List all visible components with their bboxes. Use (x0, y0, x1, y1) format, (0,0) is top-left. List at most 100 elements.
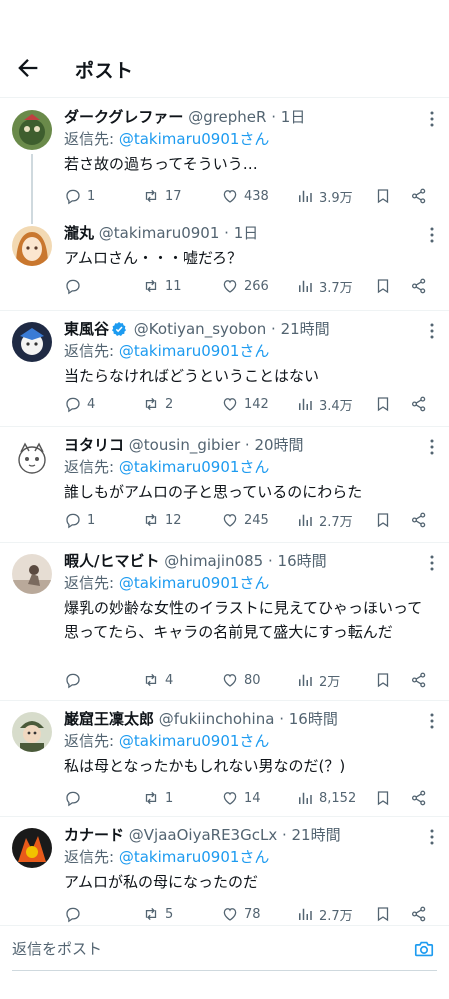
repost-icon (145, 513, 157, 527)
like-button[interactable]: 80 (221, 668, 261, 692)
like-button[interactable]: 438 (221, 184, 269, 208)
views-button[interactable]: 3.7万 (296, 274, 353, 298)
mention-link[interactable]: @takimaru0901さん (119, 732, 270, 750)
display-name[interactable]: カナード (64, 826, 124, 844)
repost-button[interactable]: 5 (142, 902, 173, 926)
page-title: ポスト (75, 60, 134, 82)
bookmark-button[interactable] (374, 786, 392, 810)
reply-button[interactable] (64, 902, 87, 926)
like-button[interactable]: 245 (221, 508, 269, 532)
more-icon[interactable] (429, 322, 435, 340)
display-name[interactable]: ダークグレファー (64, 108, 183, 126)
back-arrow-icon[interactable] (14, 54, 42, 82)
reply-tweet[interactable]: カナード @VjaaOiyaRE3GcLx · 21時間 返信先: @takim… (0, 816, 449, 926)
reply-input[interactable] (12, 926, 392, 972)
timestamp[interactable]: 16時間 (289, 710, 338, 728)
mention-link[interactable]: @takimaru0901さん (119, 848, 270, 866)
share-button[interactable] (410, 902, 428, 926)
reply-tweet[interactable]: ヨタリコ @tousin_gibier · 20時間 返信先: @takimar… (0, 426, 449, 543)
bookmark-button[interactable] (374, 392, 392, 416)
bookmark-button[interactable] (374, 508, 392, 532)
views-button[interactable]: 2.7万 (296, 508, 353, 532)
thread-tweet[interactable]: 瀧丸 @takimaru0901 · 1日 アムロさん・・・嘘だろ？ 11 26… (0, 214, 449, 311)
repost-button[interactable]: 11 (142, 274, 182, 298)
display-name[interactable]: 瀧丸 (64, 224, 94, 242)
mention-link[interactable]: @takimaru0901さん (119, 130, 270, 148)
repost-button[interactable]: 12 (142, 508, 182, 532)
avatar[interactable] (12, 828, 52, 868)
handle[interactable]: @tousin_gibier (129, 436, 240, 454)
views-button[interactable]: 2万 (296, 668, 340, 692)
more-icon[interactable] (429, 554, 435, 572)
more-icon[interactable] (429, 110, 435, 128)
share-button[interactable] (410, 274, 428, 298)
reply-button[interactable] (64, 786, 87, 810)
reply-tweet[interactable]: 巌窟王凜太郎 @fukiinchohina · 16時間 返信先: @takim… (0, 700, 449, 817)
handle[interactable]: @grepheR (188, 108, 266, 126)
repost-button[interactable]: 2 (142, 392, 173, 416)
reply-tweet[interactable]: ダークグレファー @grepheR · 1日 返信先: @takimaru090… (0, 98, 449, 224)
avatar[interactable] (12, 554, 52, 594)
handle[interactable]: @takimaru0901 (99, 224, 220, 242)
timestamp[interactable]: 1日 (281, 108, 306, 126)
views-button[interactable]: 3.4万 (296, 392, 353, 416)
reply-button[interactable]: 1 (64, 508, 95, 532)
repost-icon (145, 189, 157, 203)
reply-tweet[interactable]: 東風谷 @Kotiyan_syobon · 21時間 返信先: @takimar… (0, 310, 449, 427)
share-button[interactable] (410, 184, 428, 208)
share-button[interactable] (410, 508, 428, 532)
display-name[interactable]: 東風谷 (64, 320, 109, 338)
like-button[interactable]: 266 (221, 274, 269, 298)
handle[interactable]: @fukiinchohina (159, 710, 275, 728)
avatar[interactable] (12, 110, 52, 150)
handle[interactable]: @VjaaOiyaRE3GcLx (129, 826, 277, 844)
timestamp[interactable]: 21時間 (281, 320, 330, 338)
views-button[interactable]: 8,152 (296, 786, 356, 810)
views-button[interactable]: 2.7万 (296, 902, 353, 926)
bookmark-button[interactable] (374, 184, 392, 208)
more-icon[interactable] (429, 438, 435, 456)
repost-button[interactable]: 4 (142, 668, 173, 692)
more-icon[interactable] (429, 226, 435, 244)
display-name[interactable]: ヨタリコ (64, 436, 124, 454)
like-count: 266 (244, 278, 269, 294)
mention-link[interactable]: @takimaru0901さん (119, 574, 270, 592)
handle[interactable]: @himajin085 (164, 552, 263, 570)
reply-button[interactable]: 4 (64, 392, 95, 416)
share-button[interactable] (410, 392, 428, 416)
reply-button[interactable] (64, 274, 87, 298)
repost-button[interactable]: 17 (142, 184, 182, 208)
share-button[interactable] (410, 786, 428, 810)
bookmark-button[interactable] (374, 902, 392, 926)
display-name[interactable]: 暇人/ヒマビト (64, 552, 159, 570)
like-button[interactable]: 142 (221, 392, 269, 416)
more-icon[interactable] (429, 828, 435, 846)
display-name[interactable]: 巌窟王凜太郎 (64, 710, 154, 728)
reply-button[interactable]: 1 (64, 184, 95, 208)
camera-icon[interactable] (413, 938, 435, 960)
mention-link[interactable]: @takimaru0901さん (119, 458, 270, 476)
share-button[interactable] (410, 668, 428, 692)
timestamp[interactable]: 16時間 (278, 552, 327, 570)
reply-icon (66, 791, 80, 807)
like-button[interactable]: 78 (221, 902, 261, 926)
handle[interactable]: @Kotiyan_syobon (134, 320, 266, 338)
avatar[interactable] (12, 322, 52, 362)
timestamp[interactable]: 21時間 (292, 826, 341, 844)
mention-link[interactable]: @takimaru0901さん (119, 342, 270, 360)
avatar[interactable] (12, 438, 52, 478)
timestamp[interactable]: 1日 (234, 224, 259, 242)
like-button[interactable]: 14 (221, 786, 261, 810)
reply-tweet[interactable]: 暇人/ヒマビト @himajin085 · 16時間 返信先: @takimar… (0, 542, 449, 701)
views-button[interactable]: 3.9万 (296, 184, 353, 208)
timestamp[interactable]: 20時間 (254, 436, 303, 454)
bookmark-button[interactable] (374, 668, 392, 692)
avatar[interactable] (12, 226, 52, 266)
avatar[interactable] (12, 712, 52, 752)
repost-button[interactable]: 1 (142, 786, 173, 810)
more-icon[interactable] (429, 712, 435, 730)
view-count: 2万 (319, 674, 341, 690)
action-bar: 5 78 2.7万 (64, 902, 435, 926)
reply-button[interactable] (64, 668, 87, 692)
bookmark-button[interactable] (374, 274, 392, 298)
